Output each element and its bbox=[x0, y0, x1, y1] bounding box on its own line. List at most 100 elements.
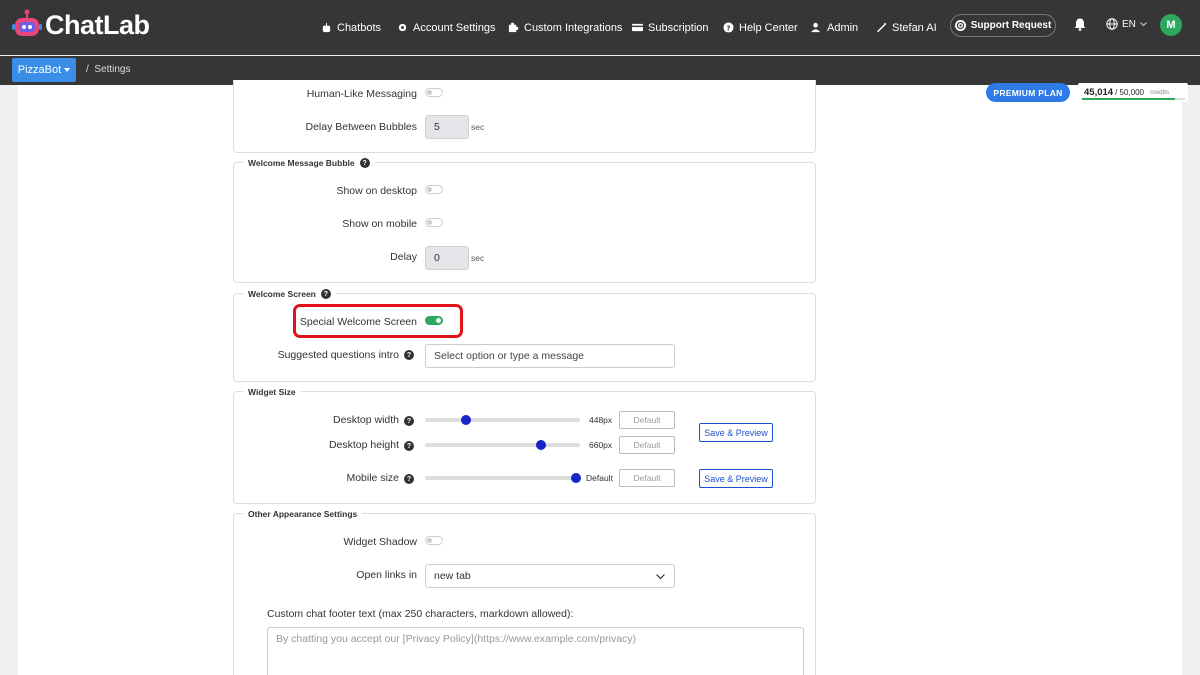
mobile-size-slider-track[interactable] bbox=[425, 476, 580, 480]
bubble-delay-input[interactable]: 0 bbox=[425, 246, 469, 270]
help-icon[interactable]: ? bbox=[320, 289, 331, 299]
section-title: Welcome Screen ? bbox=[243, 289, 336, 299]
nav-label: Stefan AI bbox=[892, 21, 937, 34]
nav-label: Help Center bbox=[739, 21, 798, 34]
help-icon[interactable]: ? bbox=[404, 416, 414, 426]
desktop-width-slider-track[interactable] bbox=[425, 418, 580, 422]
breadcrumb-separator: / bbox=[86, 64, 89, 75]
delay-unit: sec bbox=[471, 122, 485, 132]
nav-item-chatbots[interactable]: Chatbots bbox=[321, 0, 381, 55]
footer-text-textarea[interactable]: By chatting you accept our [Privacy Poli… bbox=[267, 627, 804, 675]
desktop-height-value: 660px bbox=[589, 440, 613, 450]
notifications-button[interactable] bbox=[1074, 18, 1086, 34]
user-icon bbox=[811, 22, 821, 33]
chevron-down-icon bbox=[656, 574, 665, 580]
desktop-height-slider-handle[interactable] bbox=[536, 440, 546, 450]
puzzle-icon bbox=[508, 22, 519, 33]
desktop-width-value: 448px bbox=[589, 415, 613, 425]
nav-label: Chatbots bbox=[337, 21, 382, 34]
desktop-height-input[interactable]: Default bbox=[619, 436, 675, 454]
support-request-label: Support Request bbox=[970, 20, 1052, 31]
save-preview-desktop-button[interactable]: Save & Preview bbox=[699, 423, 773, 442]
footer-text-label: Custom chat footer text (max 250 charact… bbox=[267, 608, 574, 620]
user-avatar[interactable]: M bbox=[1160, 14, 1182, 36]
chevron-down-icon bbox=[1140, 21, 1147, 26]
desktop-height-label: Desktop height bbox=[328, 439, 399, 451]
suggested-questions-intro-input[interactable]: Select option or type a message bbox=[425, 344, 675, 368]
lifebuoy-icon bbox=[954, 20, 966, 31]
card-icon bbox=[632, 23, 643, 32]
show-on-mobile-label: Show on mobile bbox=[342, 218, 417, 230]
widget-shadow-label: Widget Shadow bbox=[343, 536, 417, 548]
bot-selector-button[interactable]: PizzaBot bbox=[12, 58, 76, 82]
caret-down-icon bbox=[64, 68, 71, 72]
mobile-size-input[interactable]: Default bbox=[619, 469, 675, 487]
desktop-width-input[interactable]: Default bbox=[619, 411, 675, 429]
chatbot-icon bbox=[322, 22, 331, 33]
section-title: Other Appearance Settings bbox=[243, 509, 363, 519]
section-title-text: Welcome Screen bbox=[248, 289, 316, 299]
help-icon[interactable]: ? bbox=[404, 441, 414, 451]
nav-item-stefan-ai[interactable]: Stefan AI bbox=[876, 0, 937, 55]
nav-label: Custom Integrations bbox=[524, 21, 623, 34]
save-preview-mobile-button[interactable]: Save & Preview bbox=[699, 469, 773, 488]
mobile-size-label: Mobile size bbox=[346, 472, 399, 484]
credits-used: 45,014 bbox=[1084, 87, 1114, 98]
widget-shadow-toggle[interactable] bbox=[425, 536, 443, 545]
globe-icon bbox=[1106, 18, 1118, 30]
open-links-in-select[interactable]: new tab bbox=[425, 564, 675, 588]
help-icon[interactable]: ? bbox=[359, 158, 370, 168]
nav-item-subscription[interactable]: Subscription bbox=[632, 0, 709, 55]
suggested-questions-intro-label: Suggested questions intro bbox=[277, 349, 399, 361]
breadcrumb: / Settings bbox=[86, 64, 130, 75]
nav-label: Account Settings bbox=[413, 21, 496, 34]
human-like-messaging-label: Human-Like Messaging bbox=[306, 88, 417, 100]
nav-label: Subscription bbox=[648, 21, 709, 34]
nav-item-admin[interactable]: Admin bbox=[811, 0, 858, 55]
nav-item-custom-integrations[interactable]: Custom Integrations bbox=[508, 0, 622, 55]
mobile-size-slider-handle[interactable] bbox=[571, 473, 581, 483]
open-links-in-label: Open links in bbox=[356, 569, 417, 581]
show-on-mobile-toggle[interactable] bbox=[425, 218, 443, 227]
desktop-width-slider-handle[interactable] bbox=[461, 415, 471, 425]
show-on-desktop-label: Show on desktop bbox=[336, 185, 417, 197]
bot-name: PizzaBot bbox=[17, 64, 62, 76]
help-icon[interactable]: ? bbox=[404, 350, 414, 360]
svg-text:?: ? bbox=[726, 23, 730, 32]
open-links-in-value: new tab bbox=[434, 570, 471, 582]
delay-between-bubbles-input[interactable]: 5 bbox=[425, 115, 469, 139]
robot-logo-icon bbox=[12, 9, 42, 36]
bell-icon bbox=[1074, 18, 1086, 31]
delay-between-bubbles-label: Delay Between Bubbles bbox=[305, 121, 418, 133]
section-title-text: Widget Size bbox=[248, 387, 296, 397]
nav-item-help-center[interactable]: ? Help Center bbox=[723, 0, 798, 55]
section-title-text: Other Appearance Settings bbox=[248, 509, 358, 519]
nav-item-account-settings[interactable]: Account Settings bbox=[397, 0, 496, 55]
credits-label: credits bbox=[1149, 89, 1170, 96]
desktop-width-label: Desktop width bbox=[333, 414, 399, 426]
desktop-height-slider-track[interactable] bbox=[425, 443, 580, 447]
support-request-button[interactable]: Support Request bbox=[950, 14, 1056, 37]
section-title: Widget Size bbox=[243, 387, 301, 397]
credits-progress-bar bbox=[1082, 98, 1185, 100]
language-selector[interactable]: EN bbox=[1106, 18, 1147, 30]
brand-name: ChatLab bbox=[45, 9, 150, 40]
premium-plan-badge[interactable]: PREMIUM PLAN bbox=[986, 83, 1070, 102]
question-icon: ? bbox=[723, 22, 734, 33]
nav-label: Admin bbox=[827, 21, 859, 34]
chatlab-logo[interactable]: ChatLab bbox=[12, 9, 150, 41]
credits-total: / 50,000 bbox=[1115, 88, 1144, 97]
language-label: EN bbox=[1122, 18, 1136, 30]
bubble-delay-unit: sec bbox=[471, 253, 485, 263]
welcome-message-bubble-section: Welcome Message Bubble ? bbox=[233, 158, 816, 283]
magic-wand-icon bbox=[876, 22, 887, 33]
credits-progress-fill bbox=[1082, 98, 1175, 100]
help-icon[interactable]: ? bbox=[404, 474, 414, 484]
mobile-size-value: Default bbox=[586, 473, 613, 483]
bubble-delay-label: Delay bbox=[390, 251, 417, 263]
human-like-messaging-toggle[interactable] bbox=[425, 88, 443, 97]
gear-icon bbox=[398, 23, 407, 32]
breadcrumb-current: Settings bbox=[94, 64, 131, 75]
section-title: Welcome Message Bubble ? bbox=[243, 158, 375, 168]
show-on-desktop-toggle[interactable] bbox=[425, 185, 443, 194]
